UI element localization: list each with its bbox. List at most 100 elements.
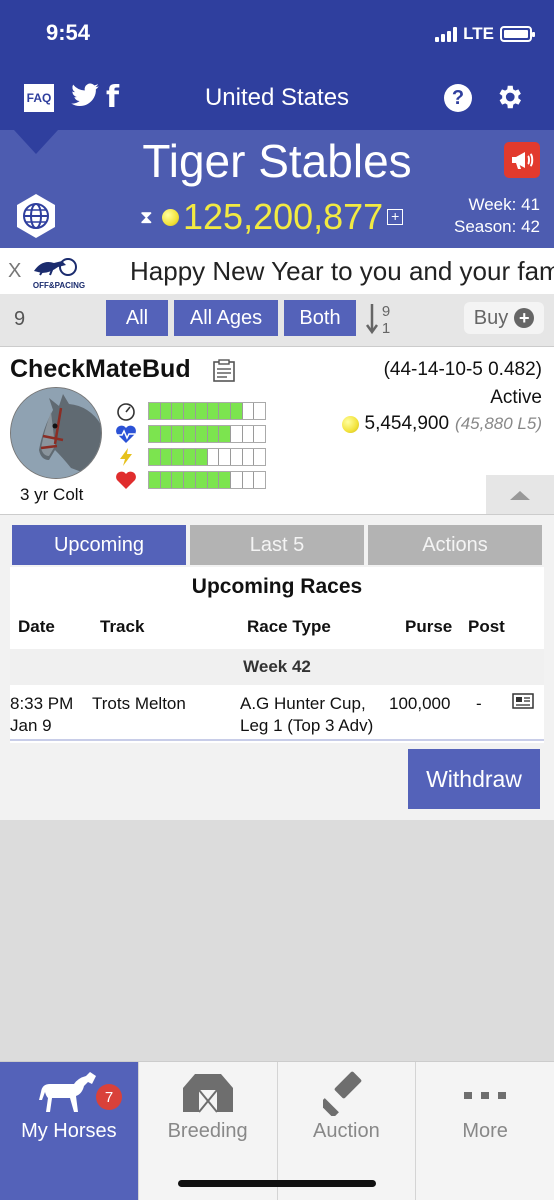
battery-icon: [500, 26, 535, 42]
bar-segment: [160, 472, 173, 488]
race-type: A.G Hunter Cup, Leg 1 (Top 3 Adv): [240, 693, 373, 737]
horse-status: Active: [490, 387, 542, 408]
bar-segment: [219, 472, 231, 488]
stable-balance: 125,200,877: [183, 196, 384, 237]
newspaper-icon[interactable]: [512, 693, 534, 709]
horse-count: 9: [14, 308, 26, 330]
notification-badge: 7: [96, 1084, 122, 1110]
race-type-line: A.G Hunter Cup,: [240, 694, 366, 713]
clipboard-icon[interactable]: [212, 359, 236, 383]
tab-last-5[interactable]: Last 5: [190, 525, 364, 565]
bar-segment: [219, 426, 231, 442]
bar-segment: [254, 426, 265, 442]
bar-segment: [160, 426, 173, 442]
globe-icon[interactable]: [14, 192, 58, 240]
season-label: Season: 42: [453, 217, 540, 236]
horse-avatar[interactable]: [10, 387, 102, 479]
bar-segment: [219, 403, 231, 419]
column-header: Post: [468, 617, 505, 636]
tab-more[interactable]: More: [416, 1062, 554, 1200]
upcoming-races-table: Upcoming Races Date Track Race Type Purs…: [10, 567, 544, 743]
bar-segment: [231, 449, 243, 465]
stat-energy: [114, 447, 266, 467]
sort-top-label: 9: [382, 303, 390, 320]
bar-segment: [195, 472, 208, 488]
status-indicators: LTE: [435, 24, 535, 44]
horse-record: (44-14-10-5 0.482): [383, 359, 542, 380]
tab-label: My Horses: [21, 1120, 117, 1142]
speedometer-icon: [117, 403, 135, 421]
gavel-icon: [323, 1071, 362, 1116]
status-time: 9:54: [46, 20, 91, 45]
column-header: Race Type: [247, 617, 331, 636]
stable-name: Tiger Stables: [142, 135, 412, 187]
lightning-icon: [120, 448, 132, 466]
stable-header: Tiger Stables ⧗ 125,200,877 + Week: 41 S…: [0, 130, 554, 248]
filter-gender-button[interactable]: Both: [284, 300, 356, 336]
buy-button[interactable]: Buy +: [464, 302, 544, 334]
filter-ages-button[interactable]: All Ages: [174, 300, 278, 336]
barn-icon: [182, 1074, 233, 1113]
tab-upcoming[interactable]: Upcoming: [12, 525, 186, 565]
bar-segment: [172, 472, 185, 488]
bar-segment: [184, 426, 196, 442]
sort-icon[interactable]: 9 1: [364, 300, 396, 336]
help-icon[interactable]: ?: [444, 84, 472, 112]
bar-segment: [207, 426, 220, 442]
races-panel: Upcoming Last 5 Actions Upcoming Races D…: [0, 514, 554, 820]
tab-actions[interactable]: Actions: [368, 525, 542, 565]
withdraw-button[interactable]: Withdraw: [408, 749, 540, 809]
signal-icon: [435, 26, 458, 42]
column-header: Track: [100, 617, 145, 636]
bar-segment: [172, 449, 185, 465]
bar-segment: [254, 472, 265, 488]
bar-segment: [243, 426, 255, 442]
race-date: Jan 9: [10, 716, 52, 735]
bar-segment: [160, 449, 173, 465]
bar-segment: [208, 449, 220, 465]
bar-segment: [172, 426, 185, 442]
tab-label: Auction: [313, 1120, 380, 1142]
bar-segment: [149, 403, 161, 419]
bar-segment: [207, 403, 220, 419]
megaphone-icon[interactable]: [504, 142, 540, 178]
race-time: 8:33 PM: [10, 694, 74, 713]
bar-segment: [184, 472, 196, 488]
close-icon[interactable]: X: [8, 260, 21, 283]
bar-segment: [243, 449, 255, 465]
add-funds-icon[interactable]: +: [387, 209, 404, 225]
race-type-line: Leg 1 (Top 3 Adv): [240, 716, 374, 735]
ticker-message: Happy New Year to you and your families!: [130, 256, 554, 286]
race-track: Trots Melton: [92, 694, 186, 713]
bar-segment: [254, 403, 265, 419]
tab-my-horses[interactable]: 7 My Horses: [0, 1062, 139, 1200]
column-header: Date: [18, 617, 55, 636]
week-group-header: Week 42: [10, 649, 544, 685]
filter-bar: 9 All All Ages Both 9 1 Buy +: [0, 294, 554, 346]
horse-name: CheckMateBud: [10, 355, 191, 383]
tab-label: More: [462, 1120, 508, 1142]
earnings-value: 5,454,900: [364, 413, 450, 434]
race-datetime: 8:33 PM Jan 9: [10, 693, 73, 737]
bar-segment: [207, 472, 220, 488]
network-label: LTE: [463, 24, 494, 43]
bar-segment: [149, 449, 161, 465]
bar-segment: [231, 426, 243, 442]
svg-text:OFF&PACING: OFF&PACING: [33, 281, 85, 290]
buy-label: Buy: [473, 306, 509, 329]
gear-icon[interactable]: [494, 82, 524, 112]
panel-title: Upcoming Races: [191, 575, 363, 598]
race-post: -: [476, 694, 482, 713]
horse-age: 3 yr Colt: [20, 485, 84, 504]
coin-icon: [341, 415, 359, 433]
collapse-button[interactable]: [486, 475, 554, 515]
plus-circle-icon: +: [514, 308, 535, 328]
home-indicator: [178, 1180, 376, 1187]
last5-earnings: (45,880 L5): [455, 414, 542, 433]
sort-bottom-label: 1: [382, 320, 390, 336]
news-ticker: X OFF&PACING Happy New Year to you and y…: [0, 248, 554, 294]
filter-all-button[interactable]: All: [106, 300, 168, 336]
bar-segment: [243, 403, 255, 419]
horse-card[interactable]: CheckMateBud (44-14-10-5 0.482) Active 5…: [0, 346, 554, 515]
bar-segment: [231, 472, 243, 488]
